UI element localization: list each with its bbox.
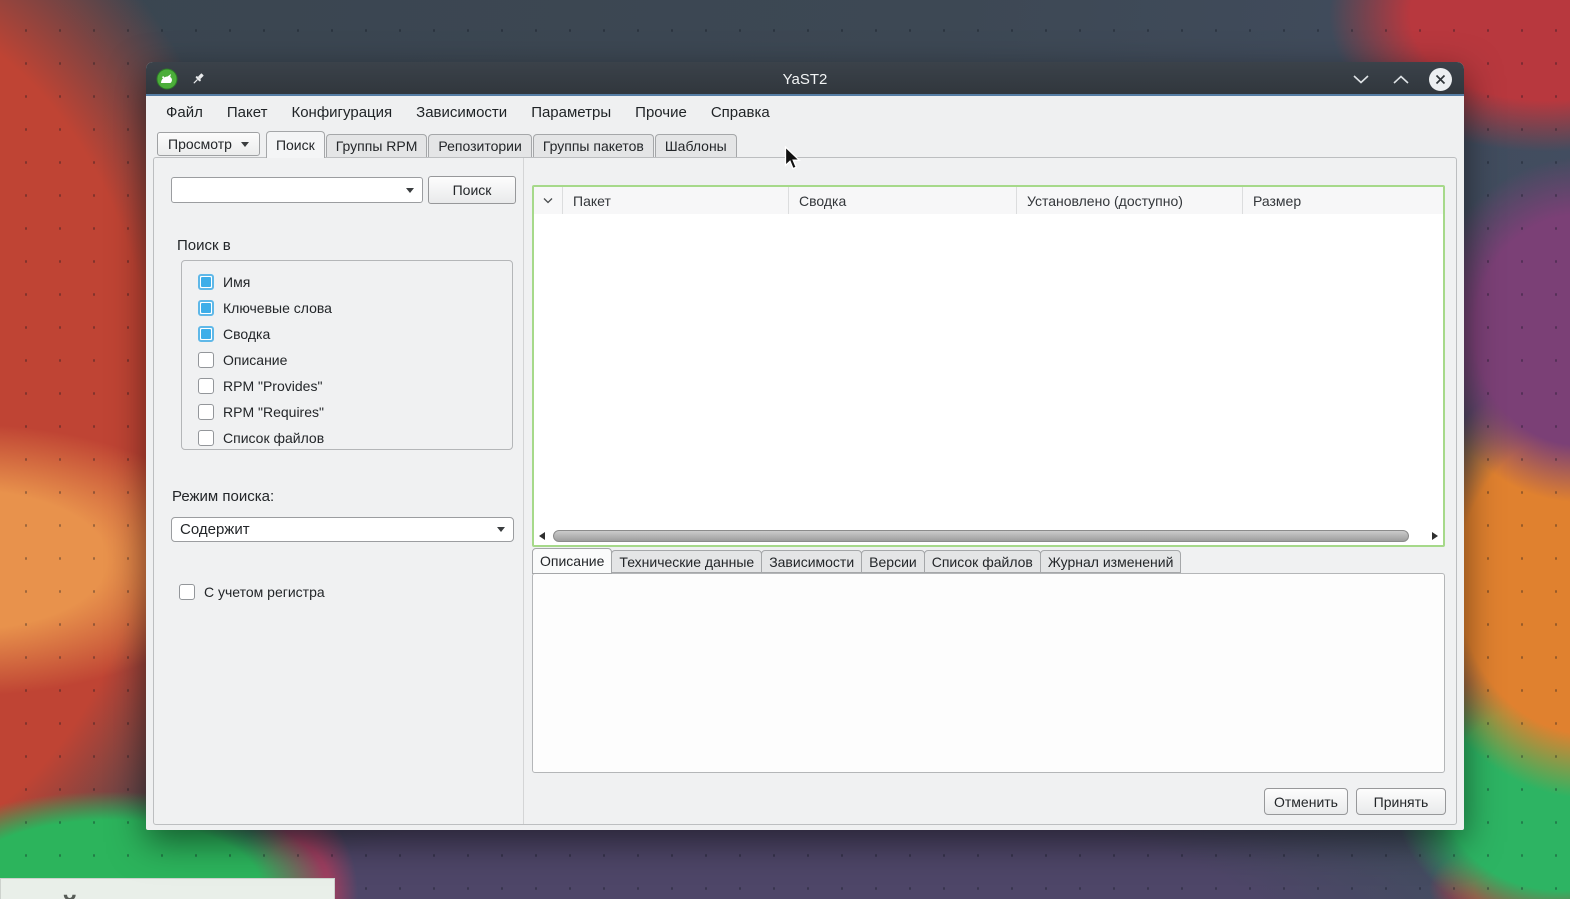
case-sensitive-row[interactable]: С учетом регистра [179,579,325,605]
menu-item-options[interactable]: Параметры [519,96,623,130]
yast2-window: YaST2 ФайлПакетКонфигурацияЗависимостиПа… [146,62,1464,830]
menu-item-help[interactable]: Справка [699,96,782,130]
scroll-right-icon[interactable] [1432,532,1438,540]
detail-tab-strip: ОписаниеТехнические данныеЗависимостиВер… [532,549,1181,573]
search-tab-page: Поиск Поиск в Имя Ключевые слова Сводка Опи… [153,157,1457,825]
filter-option-rpm-provides[interactable]: RPM "Provides" [182,373,512,399]
filter-option-label: Описание [223,352,287,368]
cancel-button[interactable]: Отменить [1264,788,1348,815]
filter-option-label: Ключевые слова [223,300,332,316]
filter-option-label: RPM "Requires" [223,404,324,420]
detail-tab-file-list[interactable]: Список файлов [924,550,1041,573]
tab-patterns[interactable]: Шаблоны [655,134,737,157]
column-header-package[interactable]: Пакет [563,187,789,214]
accept-button[interactable]: Принять [1356,788,1446,815]
chevron-down-icon [543,197,553,204]
description-panel[interactable] [532,573,1445,773]
tab-package-groups[interactable]: Группы пакетов [533,134,654,157]
search-in-group: Имя Ключевые слова Сводка Описание RPM "Prov… [181,260,513,450]
checkbox-unchecked-icon[interactable] [179,584,195,600]
menu-item-file[interactable]: Файл [154,96,215,130]
chevron-down-icon [1353,75,1369,84]
filter-option-file-list[interactable]: Список файлов [182,425,512,451]
column-header-summary[interactable]: Сводка [789,187,1017,214]
filter-option-name[interactable]: Имя [182,269,512,295]
filter-option-label: Список файлов [223,430,324,446]
filter-option-keywords[interactable]: Ключевые слова [182,295,512,321]
menu-bar: ФайлПакетКонфигурацияЗависимостиПараметр… [146,96,1464,130]
tab-repositories[interactable]: Репозитории [428,134,531,157]
detail-tab-change-log[interactable]: Журнал изменений [1040,550,1182,573]
minimize-button[interactable] [1349,67,1373,91]
tab-bar: Просмотр ПоискГруппы RPMРепозиторииГрупп… [146,130,1464,157]
filter-option-description[interactable]: Описание [182,347,512,373]
filter-option-summary[interactable]: Сводка [182,321,512,347]
select-all-header[interactable] [534,187,563,214]
checkbox-unchecked-icon[interactable] [198,430,214,446]
maximize-button[interactable] [1389,67,1413,91]
view-dropdown-button[interactable]: Просмотр [157,132,260,156]
panel-divider [523,158,524,824]
chevron-down-icon [241,142,249,147]
search-mode-combobox[interactable]: Содержит [171,517,514,542]
checkbox-checked-icon[interactable] [198,326,214,342]
menu-item-extras[interactable]: Прочие [623,96,699,130]
column-header-size[interactable]: Размер [1243,187,1443,214]
detail-tab-technical-data[interactable]: Технические данные [611,550,762,573]
titlebar[interactable]: YaST2 [146,62,1464,96]
tab-search[interactable]: Поиск [266,131,325,158]
detail-tab-description[interactable]: Описание [532,548,612,574]
yast-app-icon [156,68,178,90]
column-header-installed-available[interactable]: Установлено (доступно) [1017,187,1243,214]
scroll-left-icon[interactable] [539,532,545,540]
chevron-down-icon[interactable] [406,188,414,193]
checkbox-unchecked-icon[interactable] [198,404,214,420]
scrollbar-thumb[interactable] [553,530,1409,542]
search-mode-label: Режим поиска: [172,488,274,505]
menu-item-package[interactable]: Пакет [215,96,280,130]
chevron-up-icon [1393,75,1409,84]
desktop: овый монитор [0,0,1570,899]
background-partial-window[interactable]: овый монитор [0,878,335,899]
checkbox-unchecked-icon[interactable] [198,378,214,394]
checkbox-checked-icon[interactable] [198,300,214,316]
background-window-title: овый монитор [0,891,224,899]
search-combobox[interactable] [171,177,423,203]
filter-option-label: Имя [223,274,250,290]
search-input[interactable] [178,181,400,199]
filter-option-label: Сводка [223,326,270,342]
horizontal-scrollbar[interactable] [534,527,1443,545]
package-table-body[interactable] [534,214,1443,527]
checkbox-unchecked-icon[interactable] [198,352,214,368]
tab-rpm-groups[interactable]: Группы RPM [326,134,428,157]
checkbox-checked-icon[interactable] [198,274,214,290]
detail-tab-dependencies[interactable]: Зависимости [761,550,862,573]
package-table[interactable]: ПакетСводкаУстановлено (доступно)Размер [532,185,1445,547]
close-button[interactable] [1429,68,1452,91]
window-title: YaST2 [146,71,1464,88]
close-icon [1435,74,1446,85]
pin-icon[interactable] [190,71,206,87]
filter-option-rpm-requires[interactable]: RPM "Requires" [182,399,512,425]
package-table-header: ПакетСводкаУстановлено (доступно)Размер [534,187,1443,215]
chevron-down-icon [497,527,505,532]
menu-item-dependencies[interactable]: Зависимости [404,96,519,130]
search-button[interactable]: Поиск [428,176,516,204]
case-sensitive-label: С учетом регистра [204,584,325,600]
view-dropdown-label: Просмотр [168,136,232,152]
search-mode-value: Содержит [180,521,250,538]
filter-option-label: RPM "Provides" [223,378,322,394]
detail-tab-versions[interactable]: Версии [861,550,925,573]
search-in-label: Поиск в [177,237,231,254]
tab-strip: ПоискГруппы RPMРепозиторииГруппы пакетов… [266,131,738,157]
menu-item-configuration[interactable]: Конфигурация [279,96,404,130]
